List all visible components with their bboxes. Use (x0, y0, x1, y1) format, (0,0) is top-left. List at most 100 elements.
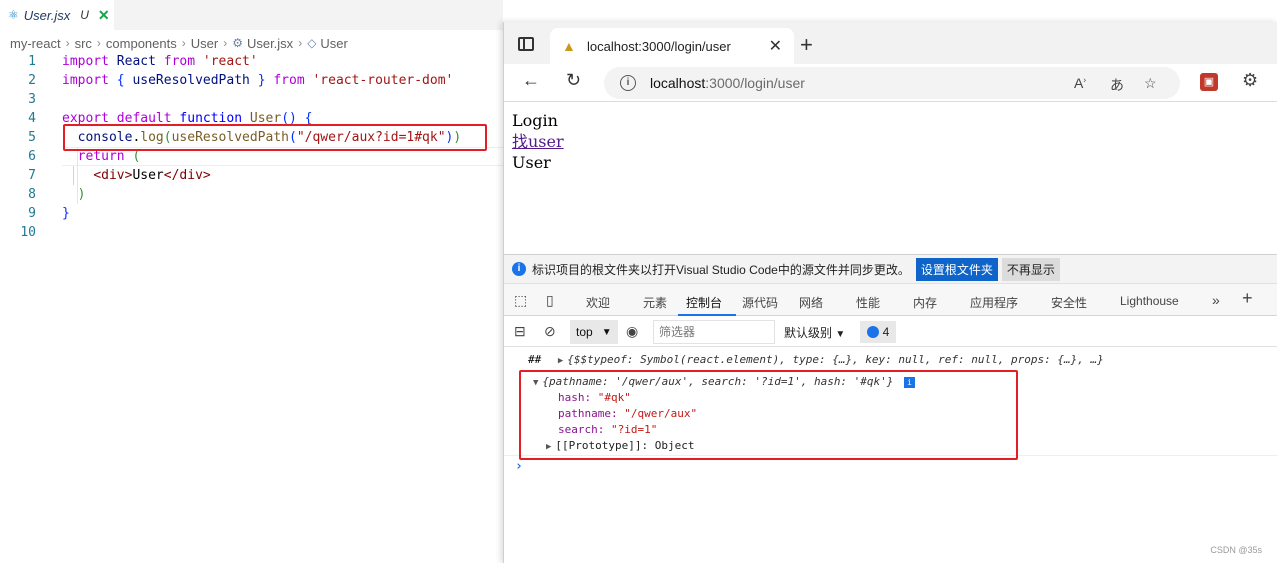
chevron-right-icon: › (96, 36, 101, 50)
breadcrumb-item[interactable]: src (75, 36, 92, 51)
chevron-right-icon: › (298, 36, 303, 50)
close-icon[interactable]: ✕ (98, 7, 110, 24)
breadcrumb-item[interactable]: User.jsx (247, 36, 293, 51)
favicon-icon: ▲ (562, 38, 576, 54)
address-bar[interactable]: i localhost:3000/login/user A› あ ☆ (604, 67, 1180, 99)
line-number: 10 (20, 225, 36, 240)
code-line: 10 (0, 223, 503, 242)
extension-icon[interactable]: ▣ (1200, 73, 1218, 91)
breadcrumb-item[interactable]: User (320, 36, 347, 51)
line-number: 6 (28, 149, 36, 164)
react-icon: ⚛ (8, 8, 19, 22)
tab-performance[interactable]: 性能 (856, 294, 880, 311)
refresh-icon[interactable]: ↻ (566, 70, 581, 91)
tab-actions-icon[interactable] (518, 37, 534, 51)
react-file-icon: ⚙ (232, 36, 243, 50)
tab-application[interactable]: 应用程序 (970, 294, 1018, 311)
code-line: 9} (0, 204, 503, 223)
page-text-user: User (512, 153, 551, 172)
tab-console[interactable]: 控制台 (686, 294, 722, 311)
highlight-box (63, 124, 487, 151)
console-prefix: ## (528, 353, 542, 366)
code-line: 7 <div>User</div> (0, 166, 503, 185)
code-line: 3 (0, 90, 503, 109)
code-line: 1 import React from 'react' (0, 52, 503, 71)
page-viewport: Login 找user User (504, 102, 1277, 252)
tab-sources[interactable]: 源代码 (742, 294, 778, 311)
breadcrumb: my-react › src › components › User › ⚙ User.j… (10, 34, 348, 52)
line-number: 2 (28, 73, 36, 88)
code-text: <div>User</div> (93, 168, 211, 183)
favorite-star-icon[interactable]: ☆ (1144, 75, 1157, 92)
console-output[interactable]: ## ▶ {$$typeof: Symbol(react.element), ty… (504, 347, 1277, 563)
breadcrumb-item[interactable]: components (106, 36, 177, 51)
chevron-right-icon: › (223, 36, 228, 50)
tab-security[interactable]: 安全性 (1051, 294, 1087, 311)
extensions-puzzle-icon[interactable]: ⚙ (1242, 70, 1258, 91)
line-number: 5 (28, 130, 36, 145)
eye-icon[interactable]: ◉ (626, 323, 638, 340)
browser-window: ▲ localhost:3000/login/user ✕ + ← ↻ i lo… (503, 22, 1277, 563)
line-number: 1 (28, 54, 36, 69)
translate-icon[interactable]: あ (1110, 75, 1124, 95)
chevron-right-icon: › (181, 36, 186, 50)
line-number: 4 (28, 111, 36, 126)
console-filter-input[interactable]: 筛选器 (653, 320, 775, 344)
editor-tab-user-jsx[interactable]: ⚛ User.jsx U ✕ (0, 0, 114, 30)
log-levels-dropdown[interactable]: 默认级别 ▼ (784, 324, 845, 341)
tab-filename: User.jsx (23, 7, 71, 23)
caret-down-icon: ▼ (835, 329, 846, 340)
code-editor: ⚛ User.jsx U ✕ my-react › src › components… (0, 0, 503, 563)
browser-navbar: ← ↻ i localhost:3000/login/user A› あ ☆ ▣… (504, 64, 1277, 102)
console-object-text: {$$typeof: Symbol(react.element), type: … (567, 353, 1104, 366)
sidebar-toggle-icon[interactable]: ⊟ (514, 323, 526, 340)
page-link-find-user[interactable]: 找user (512, 132, 564, 151)
tab-network[interactable]: 网络 (799, 294, 823, 311)
read-aloud-icon[interactable]: A› (1074, 75, 1086, 91)
browser-titlebar: ▲ localhost:3000/login/user ✕ + (504, 22, 1277, 64)
log-levels-label: 默认级别 (784, 326, 833, 340)
issues-count: 4 (882, 325, 890, 339)
tab-welcome[interactable]: 欢迎 (586, 294, 610, 311)
new-tab-icon[interactable]: + (800, 32, 813, 58)
tab-lighthouse[interactable]: Lighthouse (1120, 294, 1179, 308)
address-host: localhost (650, 75, 706, 91)
devtools-infobar: i 标识项目的根文件夹以打开Visual Studio Code中的源文件并同步… (504, 254, 1277, 283)
message-bubble-icon (866, 326, 879, 338)
code-text: ) (77, 187, 86, 202)
console-prompt-icon[interactable]: › (515, 459, 523, 474)
more-tabs-icon[interactable]: » (1212, 292, 1220, 308)
tab-elements[interactable]: 元素 (643, 294, 667, 311)
line-number: 7 (28, 168, 36, 183)
browser-tab-title: localhost:3000/login/user (587, 38, 731, 54)
devtools-tabbar: ⬚ ▯ 欢迎 元素 控制台 源代码 网络 性能 内存 应用程序 安全性 Ligh… (504, 283, 1277, 316)
issues-counter[interactable]: 4 (860, 321, 896, 343)
info-icon[interactable]: i (620, 75, 636, 91)
watermark: CSDN @35s (1210, 545, 1262, 555)
caret-down-icon: ▼ (601, 326, 612, 338)
device-toolbar-icon[interactable]: ▯ (546, 292, 554, 309)
breadcrumb-item[interactable]: my-react (10, 36, 61, 51)
line-number: 3 (28, 92, 36, 107)
set-root-folder-button[interactable]: 设置根文件夹 (915, 257, 998, 281)
inspect-element-icon[interactable]: ⬚ (514, 292, 527, 309)
browser-tab[interactable]: ▲ localhost:3000/login/user ✕ (550, 28, 794, 64)
clear-console-icon[interactable]: ⊘ (544, 323, 556, 340)
address-path: :3000/login/user (705, 75, 805, 91)
breadcrumb-item[interactable]: User (191, 36, 218, 51)
code-text: import { useResolvedPath } from 'react-r… (62, 73, 454, 88)
close-icon[interactable]: ✕ (769, 36, 782, 56)
code-text: } (62, 206, 70, 221)
code-line: 2 import { useResolvedPath } from 'react-… (0, 71, 503, 90)
back-arrow-icon[interactable]: ← (522, 70, 540, 91)
highlight-box (519, 370, 1018, 460)
context-selector[interactable]: top ▼ (570, 320, 618, 344)
infobar-message: 标识项目的根文件夹以打开Visual Studio Code中的源文件并同步更改… (532, 262, 910, 277)
context-value: top (576, 325, 593, 339)
active-tab-indicator (678, 314, 736, 316)
expand-arrow-icon[interactable]: ▶ (558, 356, 563, 366)
tab-memory[interactable]: 内存 (913, 294, 937, 311)
dont-show-again-button[interactable]: 不再显示 (1001, 257, 1060, 281)
console-entry[interactable]: ## ▶ {$$typeof: Symbol(react.element), ty… (528, 353, 1277, 366)
add-tab-icon[interactable]: + (1242, 288, 1253, 309)
